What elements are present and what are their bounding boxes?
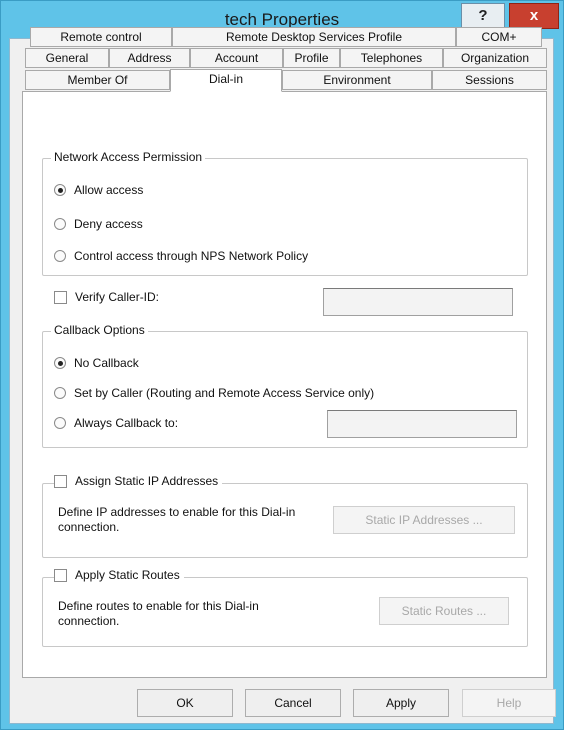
verify-caller-id-checkbox[interactable]: Verify Caller-ID: <box>54 290 159 304</box>
set-by-caller-label: Set by Caller (Routing and Remote Access… <box>74 386 375 400</box>
assign-static-ip-label: Assign Static IP Addresses <box>75 474 219 488</box>
deny-access-radio[interactable]: Deny access <box>54 217 143 231</box>
always-callback-radio[interactable]: Always Callback to: <box>54 416 178 430</box>
static-routes-button[interactable]: Static Routes ... <box>379 597 509 625</box>
verify-caller-id-label: Verify Caller-ID: <box>75 290 160 304</box>
radio-indicator <box>54 250 66 262</box>
network-access-legend: Network Access Permission <box>51 150 206 164</box>
radio-indicator <box>54 218 66 230</box>
radio-indicator <box>54 184 66 196</box>
radio-indicator <box>54 417 66 429</box>
set-by-caller-radio[interactable]: Set by Caller (Routing and Remote Access… <box>54 386 374 400</box>
callback-options-legend: Callback Options <box>51 323 148 337</box>
no-callback-label: No Callback <box>74 356 139 370</box>
tab-dial-in[interactable]: Dial-in <box>170 69 282 92</box>
checkbox-box <box>54 290 67 304</box>
dial-in-tab-panel: Network Access Permission Allow access D… <box>22 91 547 678</box>
tab-sessions[interactable]: Sessions <box>432 70 547 90</box>
tab-general[interactable]: General <box>25 48 109 68</box>
tab-organization[interactable]: Organization <box>443 48 547 68</box>
radio-indicator <box>54 357 66 369</box>
no-callback-radio[interactable]: No Callback <box>54 356 139 370</box>
static-routes-description: Define routes to enable for this Dial-in… <box>58 599 259 628</box>
tab-profile[interactable]: Profile <box>283 48 340 68</box>
static-ip-addresses-button[interactable]: Static IP Addresses ... <box>333 506 515 534</box>
cancel-button[interactable]: Cancel <box>245 689 341 717</box>
static-ip-description: Define IP addresses to enable for this D… <box>58 505 296 534</box>
apply-static-routes-checkbox[interactable]: Apply Static Routes <box>54 568 184 582</box>
apply-static-routes-label: Apply Static Routes <box>75 568 180 582</box>
help-icon[interactable]: ? <box>461 3 505 29</box>
assign-static-ip-checkbox[interactable]: Assign Static IP Addresses <box>54 474 223 488</box>
tab-telephones[interactable]: Telephones <box>340 48 443 68</box>
ok-button[interactable]: OK <box>137 689 233 717</box>
radio-indicator <box>54 387 66 399</box>
tab-account[interactable]: Account <box>190 48 283 68</box>
checkbox-box <box>54 568 67 582</box>
nps-policy-label: Control access through NPS Network Polic… <box>74 249 309 263</box>
allow-access-label: Allow access <box>74 183 144 197</box>
tab-environment[interactable]: Environment <box>282 70 432 90</box>
verify-caller-id-field[interactable] <box>323 288 513 316</box>
nps-policy-radio[interactable]: Control access through NPS Network Polic… <box>54 249 308 263</box>
apply-button[interactable]: Apply <box>353 689 449 717</box>
checkbox-box <box>54 474 67 488</box>
tab-remote-control[interactable]: Remote control <box>30 27 172 47</box>
tab-member-of[interactable]: Member Of <box>25 70 170 90</box>
tab-com-plus[interactable]: COM+ <box>456 27 542 47</box>
always-callback-label: Always Callback to: <box>74 416 179 430</box>
tab-address[interactable]: Address <box>109 48 190 68</box>
tab-remote-desktop-services-profile[interactable]: Remote Desktop Services Profile <box>172 27 456 47</box>
help-button[interactable]: Help <box>462 689 556 717</box>
close-icon[interactable]: x <box>509 3 559 29</box>
always-callback-field[interactable] <box>327 410 517 438</box>
deny-access-label: Deny access <box>74 217 143 231</box>
allow-access-radio[interactable]: Allow access <box>54 183 143 197</box>
